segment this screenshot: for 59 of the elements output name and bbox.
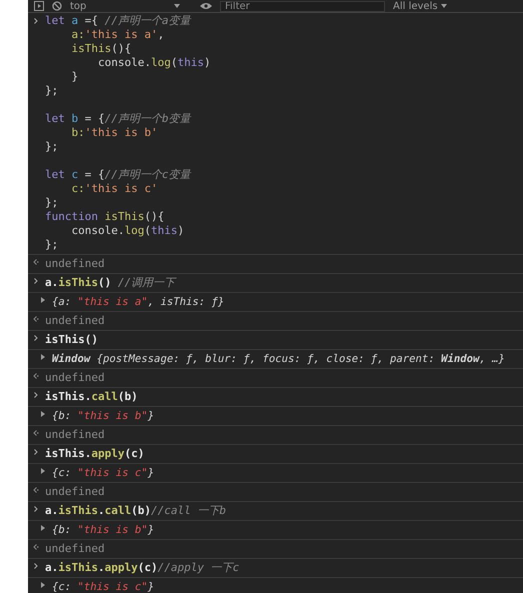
code-line: a.isThis.call(b)//call 一下b [45,503,226,519]
levels-dropdown[interactable]: All levels [393,0,447,12]
result-arrow-icon [33,316,39,322]
code-line: isThis.call(b) [45,389,138,405]
result-arrow-icon [33,487,39,493]
caret-icon [174,4,180,8]
code-line: let c = {//声明一个c变量 [45,167,192,182]
console-output: undefined [45,370,105,386]
code-line: isThis(){ [70,42,132,56]
eye-icon[interactable] [200,2,212,10]
object-preview: {b: "this is b"} [52,523,154,538]
sidebar-toggle-icon[interactable] [34,1,44,11]
code-line: b:'this is b' [70,126,159,140]
console-output: undefined [45,313,105,329]
code-line: let b = {//声明一个b变量 [45,111,192,126]
prompt-icon [33,335,39,341]
expand-triangle-icon[interactable] [40,525,46,531]
prompt-icon [33,563,39,569]
code-line: console.log(this) [70,224,186,238]
code-line: }; [45,196,60,210]
object-preview: {c: "this is c"} [52,466,154,481]
object-preview: Window {postMessage: ƒ, blur: ƒ, focus: ƒ, close: ƒ, parent: Window, …} [52,352,505,367]
code-line: isThis.apply(c) [45,446,144,462]
code-line: function isThis(){ [45,210,166,224]
object-preview: {a: "this is a", isThis: ƒ} [52,295,224,310]
code-line: }; [45,140,60,154]
prompt-icon [33,392,39,398]
code-line: a.isThis() //调用一下 [45,275,176,291]
context-select[interactable]: top [70,0,180,12]
expand-triangle-icon[interactable] [40,354,46,360]
code-line: }; [45,238,60,252]
code-line: console.log(this) [96,56,211,70]
code-line: c:'this is c' [70,182,159,196]
console-output: undefined [45,541,105,557]
prompt-icon [33,18,39,24]
result-arrow-icon [33,544,39,550]
code-line: a.isThis.apply(c)//apply 一下c [45,560,240,576]
code-line: } [70,70,80,84]
prompt-icon [33,449,39,455]
expand-triangle-icon[interactable] [40,582,46,588]
code-line: }; [45,84,60,98]
result-arrow-icon [33,259,39,265]
prompt-icon [33,506,39,512]
expand-triangle-icon[interactable] [40,411,46,417]
code-line: isThis() [45,332,98,348]
console-output: undefined [45,427,105,443]
console-output: undefined [45,256,105,272]
code-line: let a ={ //声明一个a变量 [45,14,192,28]
prompt-icon [33,278,39,284]
caret-icon [440,4,447,8]
expand-triangle-icon[interactable] [40,468,46,474]
result-arrow-icon [33,373,39,379]
console-output: undefined [45,484,105,500]
object-preview: {c: "this is c"} [52,580,154,593]
expand-triangle-icon[interactable] [40,297,46,303]
object-preview: {b: "this is b"} [52,409,154,424]
code-line: a:'this is a', [70,28,166,42]
clear-console-icon[interactable] [52,1,62,11]
result-arrow-icon [33,430,39,436]
